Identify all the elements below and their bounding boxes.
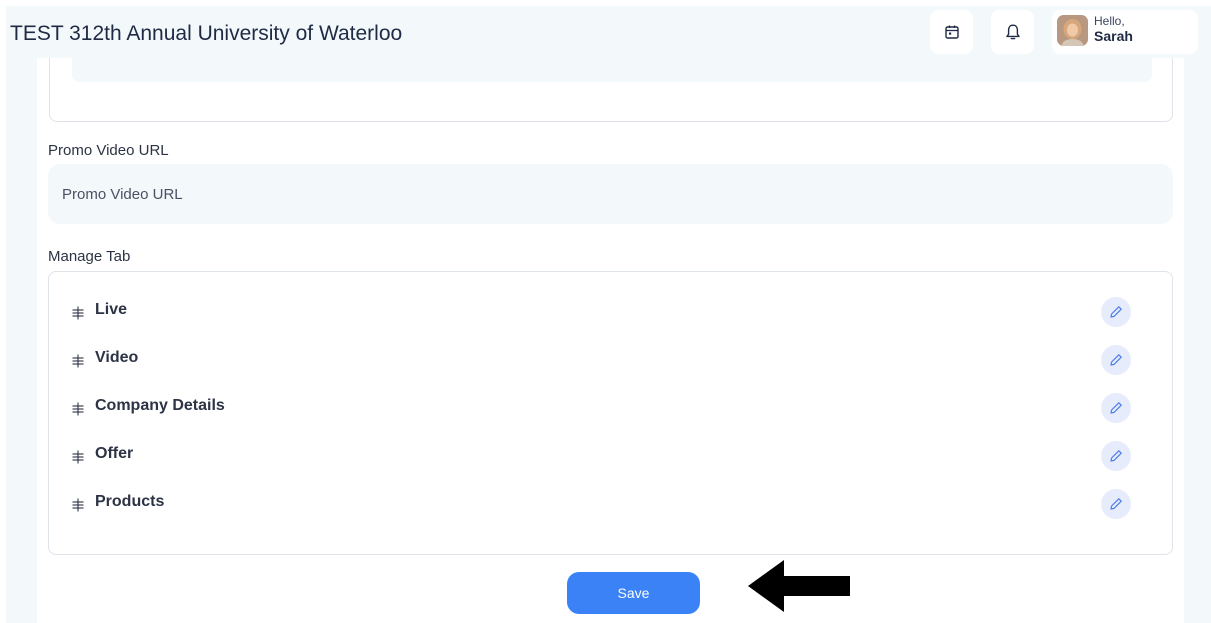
tab-row-products: Products <box>71 488 1131 520</box>
user-menu[interactable]: Hello, Sarah <box>1052 10 1198 54</box>
previous-field-box <box>49 58 1173 122</box>
tab-label: Company Details <box>95 397 225 414</box>
manage-tab-label: Manage Tab <box>48 248 131 265</box>
edit-tab-button[interactable] <box>1101 489 1131 519</box>
calendar-button[interactable] <box>930 10 973 54</box>
save-button[interactable]: Save <box>567 572 700 614</box>
tab-row-video: Video <box>71 344 1131 376</box>
pencil-icon <box>1110 402 1122 414</box>
pencil-icon <box>1110 498 1122 510</box>
promo-video-label: Promo Video URL <box>48 142 169 159</box>
promo-video-input[interactable] <box>48 164 1173 224</box>
bell-icon <box>1005 24 1020 40</box>
drag-handle-icon[interactable] <box>71 354 85 368</box>
previous-field-input[interactable] <box>72 58 1152 82</box>
user-name: Sarah <box>1094 28 1133 44</box>
calendar-icon <box>944 25 959 39</box>
drag-handle-icon[interactable] <box>71 498 85 512</box>
tab-label: Video <box>95 349 139 366</box>
greeting-text: Hello, <box>1094 14 1125 28</box>
edit-tab-button[interactable] <box>1101 393 1131 423</box>
main-content: Promo Video URL Manage Tab Live <box>37 58 1184 623</box>
drag-handle-icon[interactable] <box>71 402 85 416</box>
tab-label: Live <box>95 301 128 318</box>
tab-row-offer: Offer <box>71 440 1131 472</box>
tab-label: Products <box>95 493 165 510</box>
pencil-icon <box>1110 354 1122 366</box>
page: TEST 312th Annual University of Waterloo <box>0 0 1211 623</box>
pencil-icon <box>1110 306 1122 318</box>
header: TEST 312th Annual University of Waterloo <box>6 6 1211 58</box>
arrow-left-icon <box>748 560 850 612</box>
tab-row-company-details: Company Details <box>71 392 1131 424</box>
edit-tab-button[interactable] <box>1101 297 1131 327</box>
manage-tab-list: Live Video Company Details Offer Product… <box>48 271 1173 555</box>
tab-row-live: Live <box>71 296 1131 328</box>
avatar <box>1057 15 1088 46</box>
tab-label: Offer <box>95 445 134 462</box>
notifications-button[interactable] <box>991 10 1034 54</box>
edit-tab-button[interactable] <box>1101 441 1131 471</box>
drag-handle-icon[interactable] <box>71 306 85 320</box>
edit-tab-button[interactable] <box>1101 345 1131 375</box>
pencil-icon <box>1110 450 1122 462</box>
drag-handle-icon[interactable] <box>71 450 85 464</box>
page-title: TEST 312th Annual University of Waterloo <box>10 22 403 45</box>
